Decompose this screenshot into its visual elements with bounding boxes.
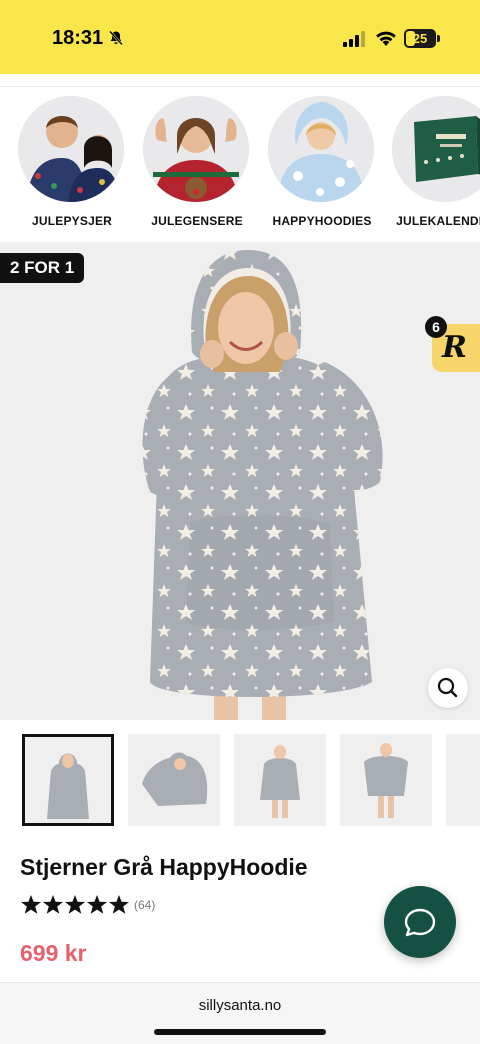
bell-slash-icon [109, 30, 123, 46]
thumbnail-1[interactable] [22, 734, 114, 826]
battery-level: 25 [412, 31, 428, 46]
chat-bubble-icon [404, 908, 436, 937]
star-icon [109, 895, 129, 914]
category-image[interactable] [143, 96, 249, 202]
product-price: 699 kr [20, 940, 87, 966]
review-count[interactable]: (64) [134, 898, 155, 912]
cellular-signal-icon [343, 31, 365, 47]
thumbnail-3[interactable] [234, 734, 326, 826]
wifi-icon [376, 31, 396, 46]
category-carousel[interactable]: JULEPYSJER JULEGENSERE HAPPYHOODIES JULE… [0, 96, 480, 236]
address-domain[interactable]: sillysanta.no [0, 997, 480, 1014]
rewards-count-badge: 6 [425, 316, 447, 338]
rewards-logo: R [442, 330, 467, 365]
category-image[interactable] [268, 96, 374, 202]
star-icon [43, 895, 63, 914]
rating-stars [21, 895, 129, 914]
category-image[interactable] [392, 96, 480, 202]
home-indicator[interactable] [154, 1029, 326, 1035]
chat-button[interactable] [384, 886, 456, 958]
thumbnail-5[interactable] [446, 734, 480, 826]
browser-address-bar[interactable]: sillysanta.no [0, 982, 480, 1044]
status-bar: 18:31 25 [0, 0, 480, 74]
magnifier-icon [437, 677, 458, 698]
thumbnail-4[interactable] [340, 734, 432, 826]
product-main-image[interactable] [0, 242, 480, 720]
thumbnail-strip[interactable] [0, 734, 480, 826]
status-time: 18:31 [52, 27, 104, 49]
promo-badge: 2 FOR 1 [0, 253, 85, 283]
category-label: JULEKALENDER [396, 214, 480, 228]
star-icon [65, 895, 85, 914]
battery-icon: 25 [404, 29, 440, 48]
star-icon [21, 895, 41, 914]
zoom-button[interactable] [428, 668, 468, 708]
category-image[interactable] [18, 96, 124, 202]
star-icon [87, 895, 107, 914]
category-label: JULEPYSJER [31, 214, 113, 228]
category-label: HAPPYHOODIES [272, 214, 372, 228]
hoodie-illustration [0, 242, 480, 720]
thumbnail-2[interactable] [128, 734, 220, 826]
category-label: JULEGENSERE [151, 214, 243, 228]
product-title: Stjerner Grå HappyHoodie [20, 854, 308, 880]
divider [0, 86, 480, 87]
